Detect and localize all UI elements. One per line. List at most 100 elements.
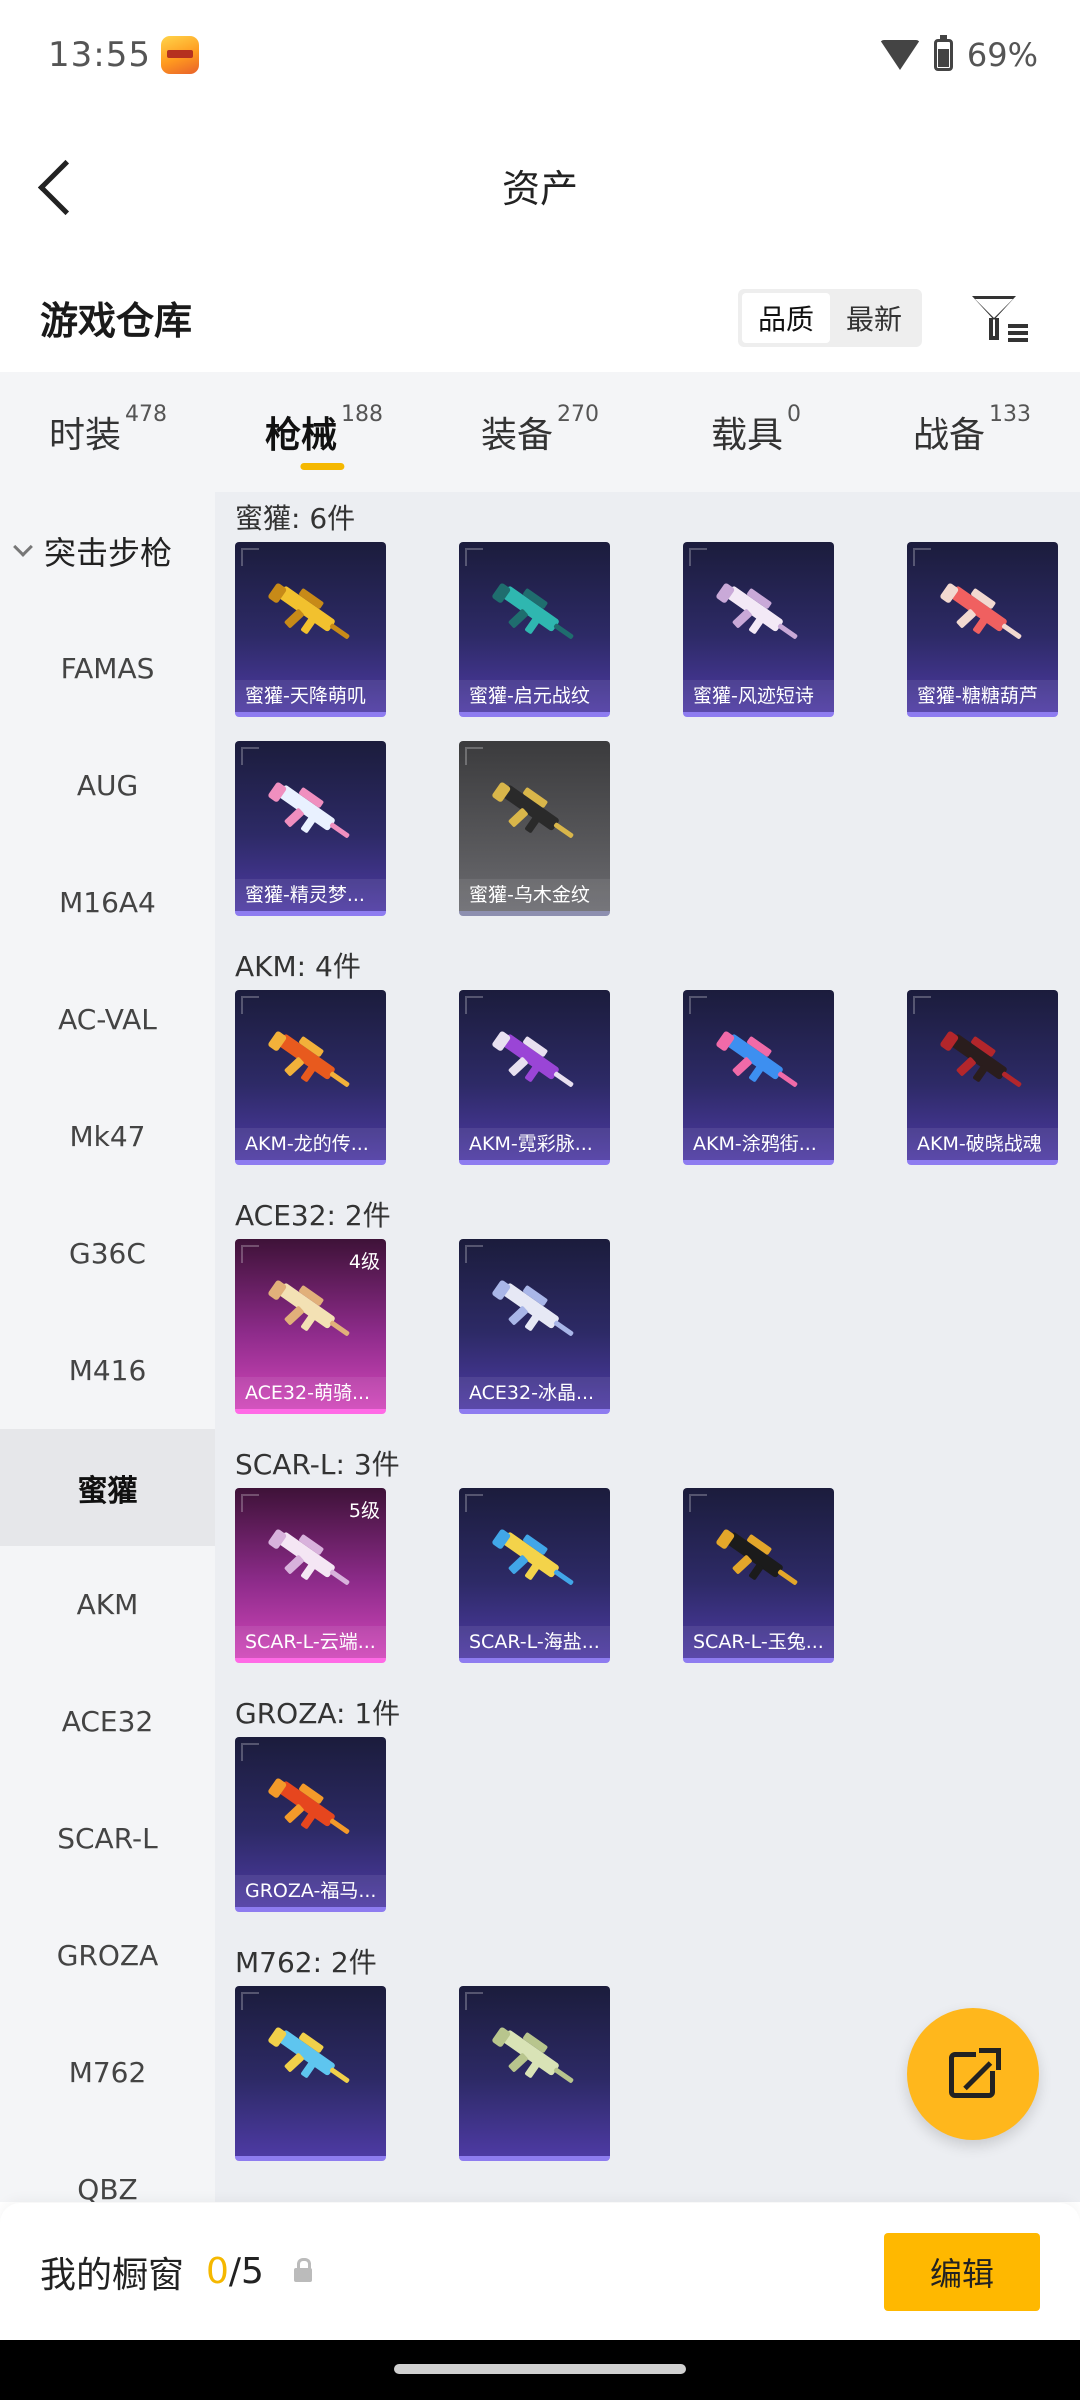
- weapon-card[interactable]: 蜜獾-启元战纹: [459, 542, 610, 717]
- game-app-icon: [160, 36, 199, 74]
- back-arrow-icon[interactable]: [30, 150, 90, 220]
- weapon-group-grid: 4级 ACE32-萌骑... ACE32-冰晶...: [215, 1239, 1080, 1438]
- weapon-skin-image: [268, 2027, 350, 2083]
- weapon-card-name: ACE32-萌骑...: [235, 1377, 386, 1409]
- group-title: SCAR-L: 3件: [235, 1448, 400, 1481]
- weapon-group-grid: 蜜獾-天降萌叽 蜜獾-启元战纹 蜜獾-风迹短诗 蜜獾-糖糖葫芦蜜獾-精灵梦... 蜜獾-…: [215, 542, 1080, 940]
- warehouse-title: 游戏仓库: [40, 299, 193, 343]
- weapon-card[interactable]: AKM-霓彩脉...: [459, 990, 610, 1165]
- share-fab-button[interactable]: [907, 2008, 1039, 2140]
- weapon-card-name: GROZA-福马...: [235, 1875, 386, 1907]
- weapon-card[interactable]: AKM-龙的传...: [235, 990, 386, 1165]
- home-handle[interactable]: [394, 2364, 686, 2374]
- category-tab[interactable]: 枪械 188: [216, 372, 432, 492]
- group-title: GROZA: 1件: [235, 1697, 401, 1730]
- weapon-card[interactable]: 4级 ACE32-萌骑...: [235, 1239, 386, 1414]
- weapon-card[interactable]: 蜜獾-天降萌叽: [235, 542, 386, 717]
- weapon-card[interactable]: AKM-涂鸦街...: [683, 990, 834, 1165]
- app-header: 资产: [0, 110, 1080, 260]
- level-badge: 5级: [348, 1500, 380, 1522]
- category-tab[interactable]: 载具 0: [648, 372, 864, 492]
- wifi-icon: [879, 40, 920, 70]
- weapon-card[interactable]: GROZA-福马...: [235, 1737, 386, 1912]
- card-corner-decoration: [913, 548, 931, 566]
- weapon-skin-image: [492, 1529, 574, 1585]
- weapon-card-name: 蜜獾-天降萌叽: [235, 680, 386, 712]
- card-corner-decoration: [465, 747, 483, 765]
- card-corner-decoration: [241, 1743, 259, 1761]
- card-corner-decoration: [241, 747, 259, 765]
- system-nav-bar: [0, 2340, 1080, 2400]
- weapon-card[interactable]: ACE32-冰晶...: [459, 1239, 610, 1414]
- sidebar-item[interactable]: AUG: [0, 727, 215, 844]
- card-corner-decoration: [689, 996, 707, 1014]
- card-corner-decoration: [689, 548, 707, 566]
- weapon-card[interactable]: SCAR-L-海盐...: [459, 1488, 610, 1663]
- category-tab[interactable]: 战备 133: [864, 372, 1080, 492]
- card-corner-decoration: [241, 996, 259, 1014]
- weapon-group-grid: AKM-龙的传... AKM-霓彩脉... AKM-涂鸦街... AKM-破晓战魂: [215, 990, 1080, 1189]
- weapon-card[interactable]: AKM-破晓战魂: [907, 990, 1058, 1165]
- weapon-card[interactable]: SCAR-L-玉兔...: [683, 1488, 834, 1663]
- weapon-card-name: ACE32-冰晶...: [459, 1377, 610, 1409]
- card-corner-decoration: [241, 1494, 259, 1512]
- sidebar-item[interactable]: Mk47: [0, 1078, 215, 1195]
- sidebar-item[interactable]: QBZ: [0, 2131, 215, 2202]
- card-corner-decoration: [913, 996, 931, 1014]
- sidebar-group-assault-rifle[interactable]: 突击步枪: [0, 492, 215, 610]
- battery-icon: [933, 35, 953, 71]
- sidebar-item[interactable]: FAMAS: [0, 610, 215, 727]
- category-tabs: 时装 478 枪械 188 装备 270 载具 0 战备 133: [0, 372, 1080, 492]
- weapon-card-name: 蜜獾-启元战纹: [459, 680, 610, 712]
- category-tab[interactable]: 装备 270: [432, 372, 648, 492]
- weapon-card-name: SCAR-L-云端...: [235, 1626, 386, 1658]
- lock-icon: [293, 2257, 312, 2282]
- edit-button[interactable]: 编辑: [884, 2232, 1040, 2311]
- sidebar-item[interactable]: 蜜獾: [0, 1429, 215, 1546]
- sort-latest-button[interactable]: 最新: [830, 293, 918, 343]
- sidebar-item[interactable]: M762: [0, 2014, 215, 2131]
- sidebar-item[interactable]: AC-VAL: [0, 961, 215, 1078]
- weapon-card-name: SCAR-L-海盐...: [459, 1626, 610, 1658]
- group-title: ACE32: 2件: [235, 1199, 391, 1232]
- category-tab-label: 装备: [480, 415, 553, 456]
- weapon-card[interactable]: 蜜獾-风迹短诗: [683, 542, 834, 717]
- category-tab-count: 0: [787, 402, 801, 427]
- category-tab-count: 133: [989, 402, 1031, 427]
- weapon-card-name: AKM-涂鸦街...: [683, 1128, 834, 1160]
- showcase-count: 0/5: [206, 2251, 264, 2292]
- sort-quality-button[interactable]: 品质: [741, 292, 830, 343]
- card-corner-decoration: [465, 1494, 483, 1512]
- weapon-card-name: 蜜獾-精灵梦...: [235, 879, 386, 911]
- group-title: 蜜獾: 6件: [235, 502, 356, 535]
- sidebar-item[interactable]: SCAR-L: [0, 1780, 215, 1897]
- card-corner-decoration: [465, 996, 483, 1014]
- weapon-sidebar: 突击步枪 FAMAS AUG M16A4 AC-VAL Mk47 G36C M416 蜜獾 AK…: [0, 492, 215, 2202]
- weapon-card[interactable]: [459, 1986, 610, 2161]
- sidebar-item[interactable]: AKM: [0, 1546, 215, 1663]
- category-tab-label: 载具: [710, 415, 783, 456]
- weapon-card-name: 蜜獾-风迹短诗: [683, 680, 834, 712]
- weapon-skin-image: [268, 1778, 350, 1834]
- category-tab-label: 战备: [912, 415, 985, 456]
- sidebar-item[interactable]: M16A4: [0, 844, 215, 961]
- weapon-card[interactable]: 蜜獾-精灵梦...: [235, 741, 386, 916]
- category-tab-label: 枪械: [264, 415, 337, 456]
- weapon-card[interactable]: [235, 1986, 386, 2161]
- category-tab[interactable]: 时装 478: [0, 372, 216, 492]
- weapon-card[interactable]: 蜜獾-糖糖葫芦: [907, 542, 1058, 717]
- weapon-skin-image: [716, 1031, 798, 1087]
- group-title: M762: 2件: [235, 1946, 377, 1979]
- category-tab-count: 478: [125, 402, 167, 427]
- weapon-card[interactable]: 蜜獾-乌木金纹: [459, 741, 610, 916]
- sidebar-item[interactable]: GROZA: [0, 1897, 215, 2014]
- sidebar-item[interactable]: M416: [0, 1312, 215, 1429]
- sidebar-item[interactable]: G36C: [0, 1195, 215, 1312]
- weapon-card[interactable]: 5级 SCAR-L-云端...: [235, 1488, 386, 1663]
- weapon-group-grid: 5级 SCAR-L-云端... SCAR-L-海盐... SCAR-L-玉兔...: [215, 1488, 1080, 1687]
- weapon-skin-image: [268, 583, 350, 639]
- filter-icon[interactable]: [968, 288, 1028, 348]
- sidebar-item[interactable]: ACE32: [0, 1663, 215, 1780]
- showcase-label: 我的橱窗: [40, 2254, 185, 2296]
- sort-toggle: 品质 最新: [737, 288, 922, 347]
